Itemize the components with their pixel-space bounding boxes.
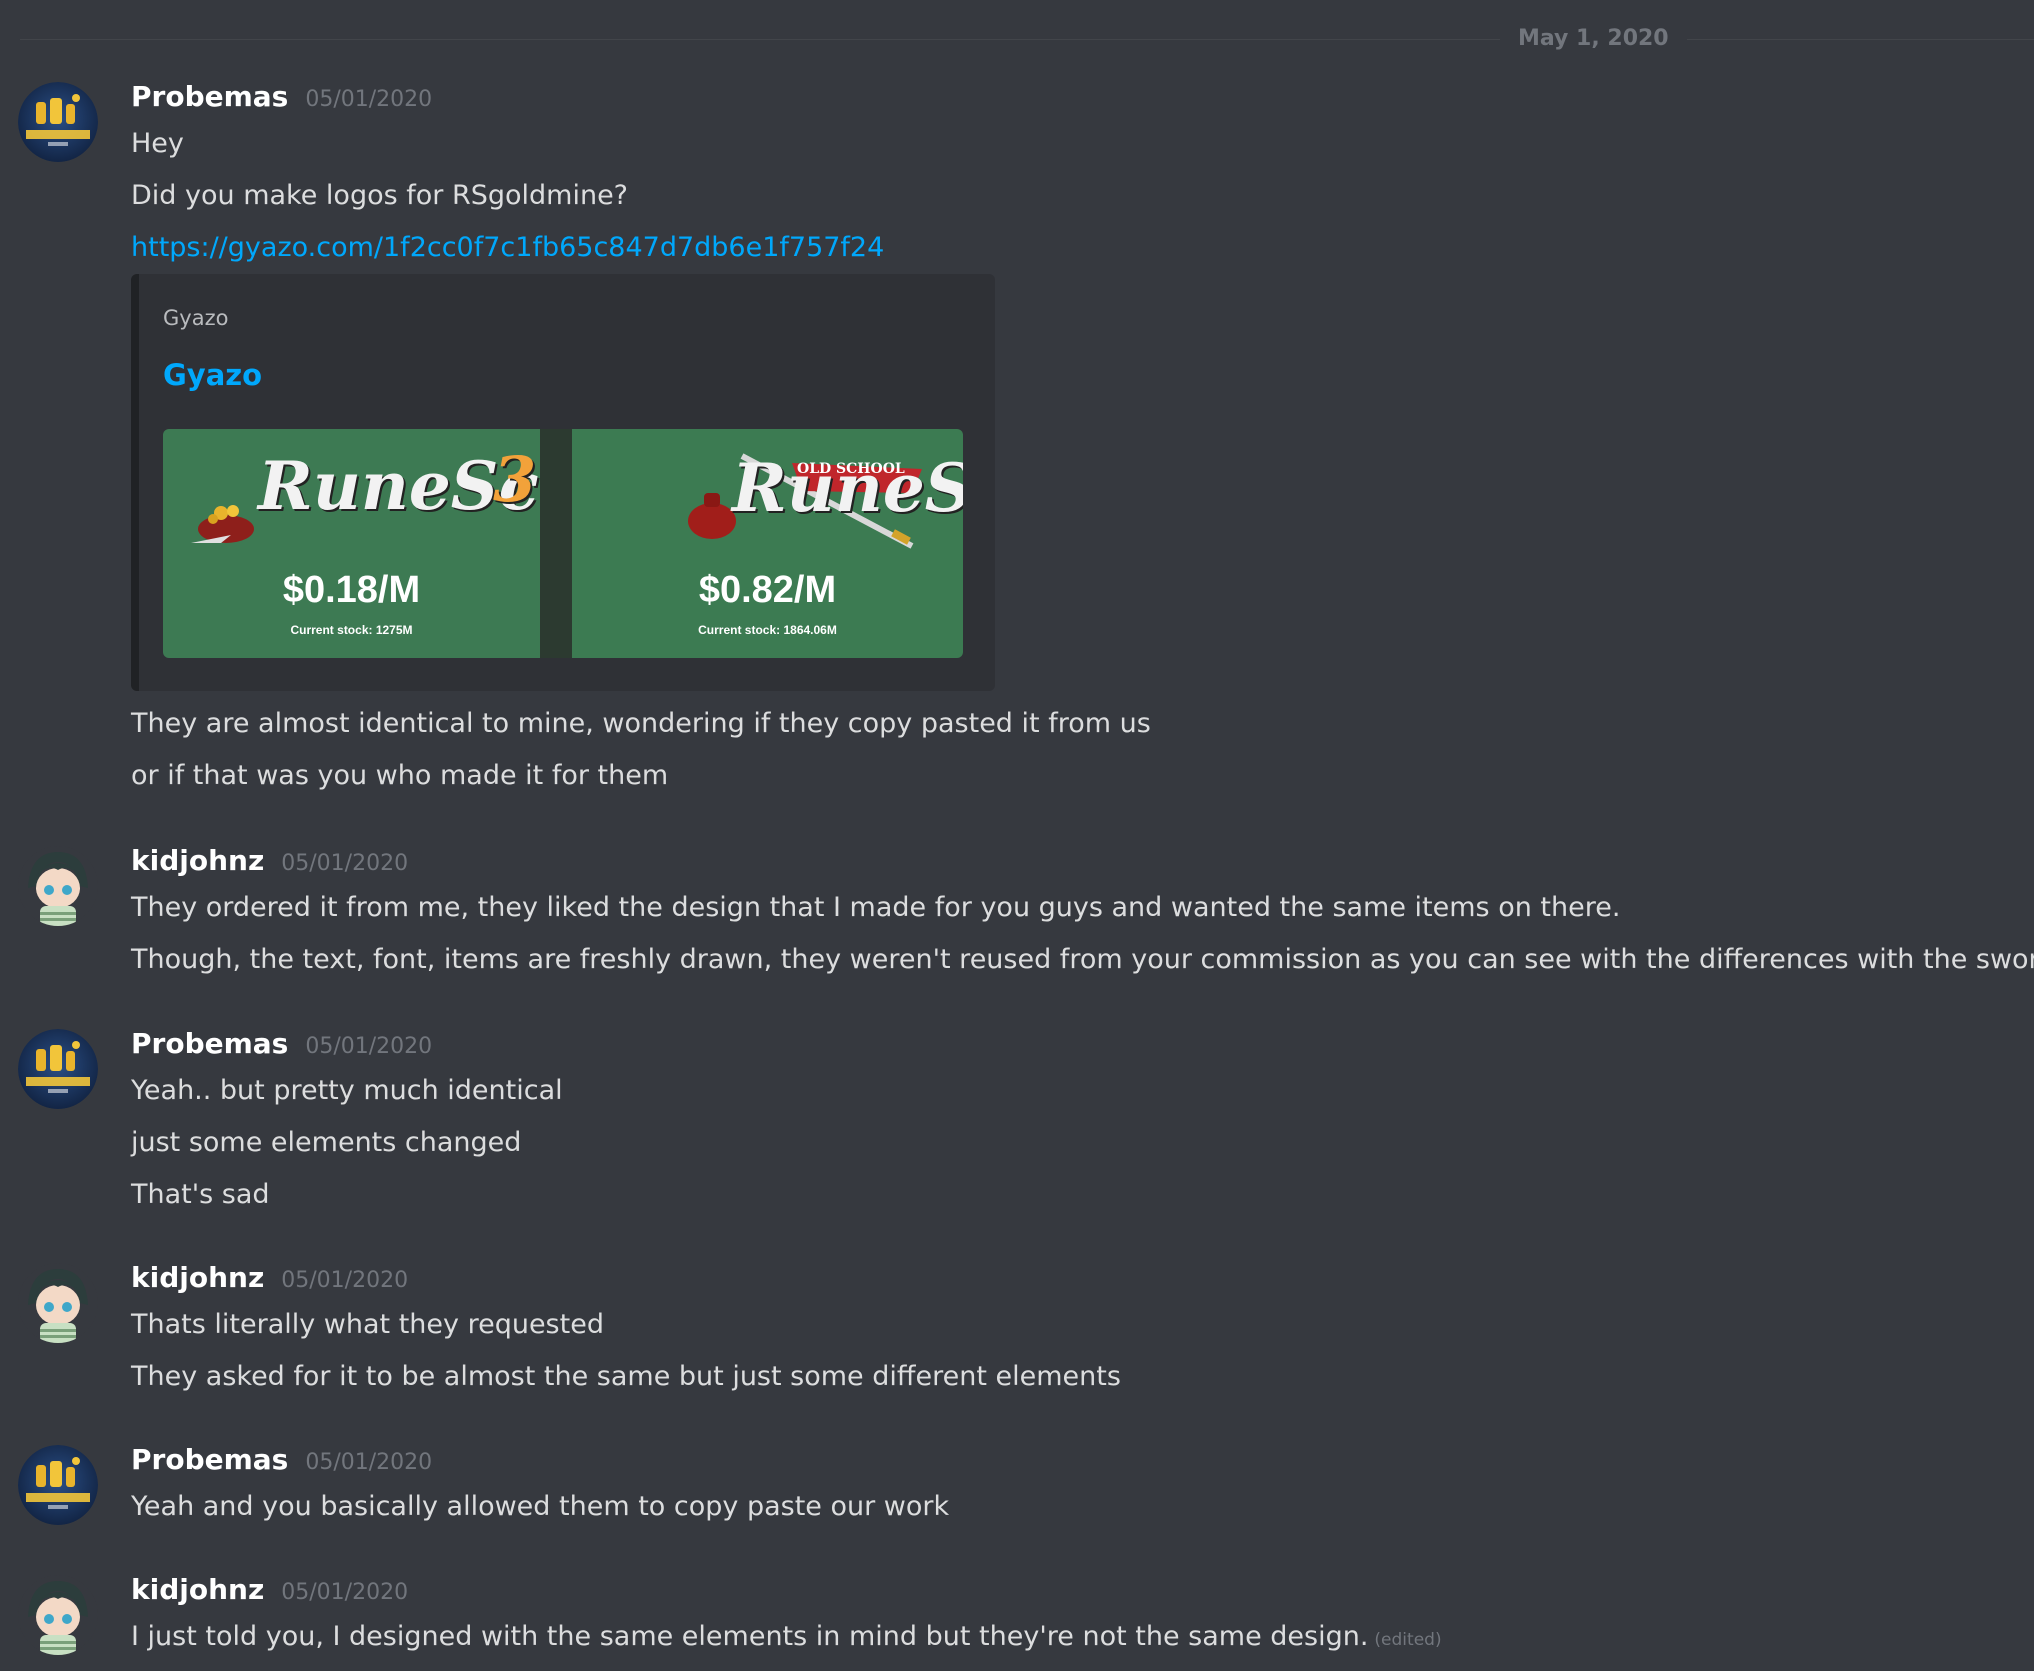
osrs-price: $0.82/M: [698, 569, 837, 611]
message-text: Did you make logos for RSgoldmine?: [131, 180, 629, 211]
username[interactable]: Probemas: [131, 1443, 288, 1476]
message-text: Thats literally what they requested: [131, 1309, 604, 1340]
message-text: Though, the text, font, items are freshl…: [131, 944, 2034, 975]
message-text: That's sad: [131, 1179, 270, 1210]
message-text: just some elements changed: [131, 1127, 522, 1158]
kidjohnz-avatar-icon[interactable]: [18, 846, 98, 926]
embed-image[interactable]: RuneScape 3 $0.18/M Current stock: 1275M…: [163, 429, 963, 658]
message-text: Yeah.. but pretty much identical: [131, 1075, 563, 1106]
date-divider-line: [20, 39, 2034, 40]
message-timestamp: 05/01/2020: [305, 1450, 433, 1475]
rs3-price-panel: RuneScape 3 $0.18/M Current stock: 1275M: [163, 429, 670, 658]
kidjohnz-avatar-icon[interactable]: [18, 1575, 98, 1655]
message-timestamp: 05/01/2020: [281, 1580, 409, 1605]
osrs-price-panel: OLD SCHOOL RuneScape $0.82/M Current sto…: [572, 429, 963, 658]
gyazo-link[interactable]: https://gyazo.com/1f2cc0f7c1fb65c847d7db…: [131, 228, 884, 268]
message-text: Hey: [131, 128, 184, 159]
edited-label: (edited): [1374, 1630, 1442, 1650]
message-timestamp: 05/01/2020: [305, 87, 433, 112]
message-timestamp: 05/01/2020: [305, 1034, 433, 1059]
probemas-avatar-icon[interactable]: [18, 1445, 98, 1525]
image-divider: [540, 429, 572, 658]
message-text: They asked for it to be almost the same …: [131, 1361, 1121, 1392]
kidjohnz-avatar-icon[interactable]: [18, 1263, 98, 1343]
message-text: I just told you, I designed with the sam…: [131, 1617, 1442, 1660]
username[interactable]: Probemas: [131, 1027, 288, 1060]
message-text: They are almost identical to mine, wonde…: [131, 708, 1151, 739]
message-text: They ordered it from me, they liked the …: [131, 892, 1621, 923]
rs3-price: $0.18/M: [282, 569, 421, 611]
osrs-stock: Current stock: 1864.06M: [698, 623, 837, 637]
probemas-avatar-icon[interactable]: [18, 1029, 98, 1109]
message-text: Yeah and you basically allowed them to c…: [131, 1491, 950, 1522]
gold-sack-icon: [191, 505, 254, 543]
username[interactable]: kidjohnz: [131, 844, 264, 877]
message-text: or if that was you who made it for them: [131, 760, 669, 791]
probemas-avatar-icon[interactable]: [18, 82, 98, 162]
embed-provider[interactable]: Gyazo: [163, 306, 228, 330]
message-timestamp: 05/01/2020: [281, 1268, 409, 1293]
embed-title[interactable]: Gyazo: [163, 358, 262, 392]
osrs-logo-text: RuneScape: [732, 449, 963, 527]
link-embed: Gyazo Gyazo RuneScape 3 $0.18/M Current …: [131, 274, 995, 691]
rs3-logo-number: 3: [493, 443, 537, 516]
message-text-content: I just told you, I designed with the sam…: [131, 1621, 1369, 1652]
username[interactable]: Probemas: [131, 80, 288, 113]
username[interactable]: kidjohnz: [131, 1573, 264, 1606]
date-divider-label: May 1, 2020: [1500, 24, 1687, 54]
message-timestamp: 05/01/2020: [281, 851, 409, 876]
username[interactable]: kidjohnz: [131, 1261, 264, 1294]
rs3-stock: Current stock: 1275M: [290, 623, 413, 637]
